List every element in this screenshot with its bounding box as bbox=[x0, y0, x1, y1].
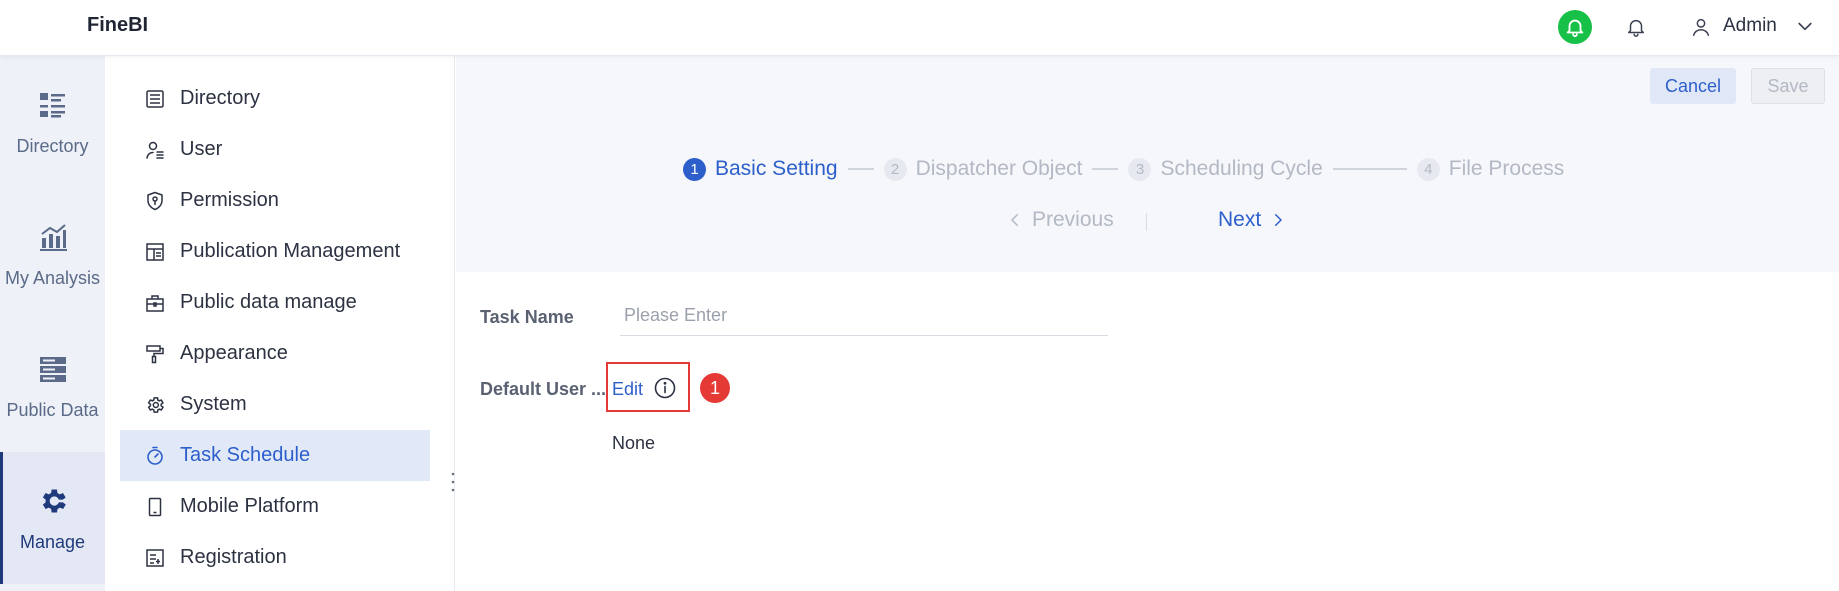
directory-icon bbox=[36, 88, 70, 122]
rail-label-directory: Directory bbox=[16, 135, 89, 156]
step-file-process[interactable]: 4 File Process bbox=[1416, 157, 1565, 181]
menu-item-label: Permission bbox=[180, 189, 279, 211]
menu-item-label: Publication Management bbox=[180, 240, 401, 262]
chevron-left-icon bbox=[1011, 214, 1018, 226]
menu-item-publication-management[interactable]: Publication Management bbox=[120, 226, 430, 277]
menu-item-label: User bbox=[180, 138, 223, 160]
step-scheduling-cycle[interactable]: 3 Scheduling Cycle bbox=[1128, 157, 1323, 181]
task-name-input[interactable] bbox=[620, 296, 1108, 336]
paint-roller-icon bbox=[144, 343, 166, 365]
wizard-header: Cancel Save 1 Basic Setting 2 Dispatcher… bbox=[456, 56, 1839, 272]
brand-logo[interactable]: FineBI bbox=[87, 14, 148, 37]
menu-item-mobile-platform[interactable]: Mobile Platform bbox=[120, 481, 430, 532]
next-label: Next bbox=[1218, 208, 1262, 231]
step-number: 2 bbox=[883, 157, 907, 181]
gear-icon bbox=[36, 484, 70, 518]
step-label: Basic Setting bbox=[715, 157, 838, 180]
menu-item-permission[interactable]: Permission bbox=[120, 175, 430, 226]
annotation-badge: 1 bbox=[700, 373, 730, 403]
menu-item-label: Directory bbox=[180, 87, 261, 109]
notification-bell-green-icon[interactable] bbox=[1558, 10, 1592, 44]
nav-divider bbox=[1146, 213, 1147, 231]
gear-icon bbox=[144, 394, 166, 416]
wizard-steps: 1 Basic Setting 2 Dispatcher Object 3 Sc… bbox=[683, 154, 1564, 184]
previous-button[interactable]: Previous bbox=[1006, 208, 1114, 232]
task-name-label: Task Name bbox=[480, 307, 574, 327]
top-bar: FineBI Admin bbox=[0, 0, 1839, 56]
briefcase-icon bbox=[144, 292, 166, 314]
chevron-right-icon bbox=[1275, 214, 1282, 226]
menu-item-system[interactable]: System bbox=[120, 379, 430, 430]
previous-label: Previous bbox=[1032, 208, 1114, 231]
rail-label-my-analysis: My Analysis bbox=[4, 267, 101, 288]
menu-item-label: Mobile Platform bbox=[180, 495, 319, 517]
database-icon bbox=[36, 352, 70, 386]
step-dispatcher-object[interactable]: 2 Dispatcher Object bbox=[883, 157, 1083, 181]
menu-item-public-data-manage[interactable]: Public data manage bbox=[120, 277, 430, 328]
user-name[interactable]: Admin bbox=[1723, 15, 1777, 37]
step-number: 4 bbox=[1416, 157, 1440, 181]
step-basic-setting[interactable]: 1 Basic Setting bbox=[683, 157, 838, 181]
step-connector bbox=[847, 168, 874, 170]
menu-item-registration[interactable]: Registration bbox=[120, 532, 430, 583]
menu-item-label: System bbox=[180, 393, 247, 415]
menu-item-label: Public data manage bbox=[180, 291, 357, 313]
info-icon[interactable] bbox=[653, 376, 677, 400]
rail-item-directory[interactable]: Directory bbox=[0, 56, 105, 188]
list-icon bbox=[144, 88, 166, 110]
next-button[interactable]: Next bbox=[1218, 208, 1287, 232]
step-connector bbox=[1092, 168, 1119, 170]
bell-icon[interactable] bbox=[1622, 13, 1650, 41]
menu-item-directory[interactable]: Directory bbox=[120, 73, 430, 124]
manage-menu: Directory User Permission Publication Manag… bbox=[105, 56, 455, 591]
step-connector bbox=[1332, 168, 1407, 170]
save-button[interactable]: Save bbox=[1751, 68, 1825, 104]
step-label: File Process bbox=[1448, 157, 1565, 180]
step-label: Dispatcher Object bbox=[915, 157, 1083, 180]
menu-item-label: Task Schedule bbox=[180, 444, 311, 466]
mobile-icon bbox=[144, 496, 166, 518]
step-number: 1 bbox=[683, 157, 706, 181]
rail-item-my-analysis[interactable]: My Analysis bbox=[0, 188, 105, 320]
timer-icon bbox=[144, 445, 166, 467]
main-content: Cancel Save 1 Basic Setting 2 Dispatcher… bbox=[456, 56, 1839, 591]
analysis-chart-icon bbox=[36, 220, 70, 254]
layout-icon bbox=[144, 241, 166, 263]
rail-label-public-data: Public Data bbox=[6, 399, 99, 420]
step-label: Scheduling Cycle bbox=[1160, 157, 1323, 180]
menu-item-appearance[interactable]: Appearance bbox=[120, 328, 430, 379]
rail-label-manage: Manage bbox=[19, 531, 86, 552]
registration-icon bbox=[144, 547, 166, 569]
rail-item-manage[interactable]: Manage bbox=[0, 452, 105, 584]
user-avatar-icon[interactable] bbox=[1688, 13, 1714, 41]
shield-icon bbox=[144, 190, 166, 212]
default-user-label: Default User ... bbox=[480, 379, 607, 399]
rail-item-public-data[interactable]: Public Data bbox=[0, 320, 105, 452]
menu-item-task-schedule[interactable]: Task Schedule bbox=[120, 430, 430, 481]
menu-item-user[interactable]: User bbox=[120, 124, 430, 175]
user-icon bbox=[144, 139, 166, 161]
default-user-value: None bbox=[612, 433, 656, 453]
edit-link[interactable]: Edit bbox=[612, 379, 643, 400]
cancel-button[interactable]: Cancel bbox=[1650, 68, 1736, 104]
left-rail: Directory My Analysis Public Data Manage bbox=[0, 56, 105, 591]
menu-item-label: Registration bbox=[180, 546, 287, 568]
step-number: 3 bbox=[1128, 157, 1152, 181]
menu-item-label: Appearance bbox=[180, 342, 288, 364]
chevron-down-icon[interactable] bbox=[1795, 16, 1815, 36]
